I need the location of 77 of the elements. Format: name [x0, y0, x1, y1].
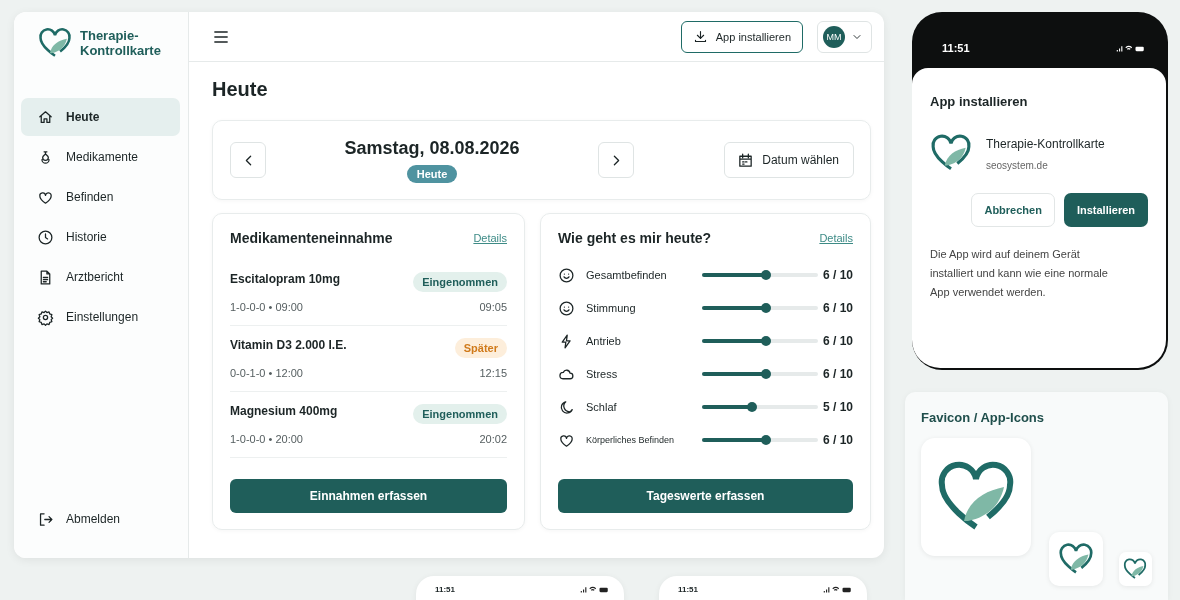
smiley-icon	[558, 299, 575, 317]
dosage-schedule: 0-0-1-0 • 12:00	[230, 367, 304, 379]
today-badge: Heute	[406, 164, 458, 183]
intake-time: 09:05	[479, 301, 507, 313]
rating-label: Antrieb	[586, 335, 622, 347]
sidebar-item[interactable]: Einstellungen	[21, 298, 180, 336]
status-badge: Eingenommen	[413, 404, 507, 424]
dosage-schedule: 1-0-0-0 • 09:00	[230, 301, 304, 313]
card-title: Favicon / App-Icons	[921, 410, 1045, 425]
details-link[interactable]: Details	[819, 232, 853, 244]
status-time: 11:51	[435, 585, 456, 596]
rating-slider[interactable]	[702, 405, 818, 409]
page-title: Heute	[212, 78, 269, 102]
medication-name: Escitalopram 10mg	[230, 272, 341, 286]
user-avatar: MM	[823, 25, 845, 48]
status-badge: Später	[454, 338, 507, 358]
rating-slider[interactable]	[702, 438, 818, 442]
user-menu-button[interactable]: MM	[817, 20, 872, 53]
install-button[interactable]: Installieren	[1063, 193, 1148, 227]
status-icons	[1116, 43, 1146, 53]
settings-icon	[37, 308, 54, 326]
heart-leaf-logo-icon	[930, 133, 972, 173]
sidebar-item[interactable]: Arztbericht	[21, 258, 180, 296]
rating-value: 6 / 10	[822, 367, 853, 381]
details-link[interactable]: Details	[473, 232, 507, 244]
dialog-title: App installieren	[930, 94, 1029, 109]
status-icons	[580, 585, 610, 594]
dosage-schedule: 1-0-0-0 • 20:00	[230, 433, 304, 445]
status-badge: Eingenommen	[413, 272, 507, 292]
rating-label: Stress	[586, 368, 619, 380]
status-time: 11:51	[942, 42, 970, 54]
rating-value: 6 / 10	[822, 268, 853, 282]
cancel-button[interactable]: Abbrechen	[971, 193, 1055, 227]
current-date: Samstag, 08.08.2026	[344, 137, 520, 159]
medication-name: Vitamin D3 2.000 I.E.	[230, 338, 347, 352]
rating-label: Stimmung	[586, 302, 637, 314]
download-icon	[692, 29, 708, 44]
record-daily-values-button[interactable]: Tageswerte erfassen	[558, 479, 853, 513]
status-icons	[823, 585, 853, 594]
home-icon	[37, 108, 54, 126]
rating-value: 6 / 10	[822, 433, 853, 447]
rating-slider[interactable]	[702, 372, 818, 376]
logout-icon	[37, 510, 54, 528]
sidebar-item[interactable]: Befinden	[21, 178, 180, 216]
sidebar-item[interactable]: Medikamente	[21, 138, 180, 176]
card-title: Medikamenteneinnahme	[230, 230, 393, 246]
intake-time: 12:15	[479, 367, 507, 379]
logout-link[interactable]: Abmelden	[21, 500, 180, 538]
sidebar-item[interactable]: Historie	[21, 218, 180, 256]
rating-label: Körperliches Befinden	[586, 435, 676, 445]
app-domain: seosystem.de	[986, 160, 1049, 171]
date-picker-button[interactable]: Datum wählen	[724, 142, 854, 178]
sidebar-item[interactable]: Heute	[21, 98, 180, 136]
moon-icon	[558, 398, 575, 416]
install-app-button[interactable]: App installieren	[680, 20, 803, 53]
heart-leaf-logo-icon	[1057, 543, 1094, 575]
status-time: 11:51	[678, 585, 699, 596]
rating-label: Schlaf	[586, 401, 618, 413]
app-name: Therapie-Kontrollkarte	[986, 137, 1105, 151]
record-intake-button[interactable]: Einnahmen erfassen	[230, 479, 507, 513]
rating-value: 6 / 10	[822, 334, 853, 348]
medication-name: Magnesium 400mg	[230, 404, 338, 418]
clock-icon	[37, 228, 54, 246]
card-title: Wie geht es mir heute?	[558, 230, 712, 246]
calendar-icon	[737, 151, 755, 169]
app-name: Therapie-Kontrollkarte	[80, 28, 162, 58]
rating-value: 6 / 10	[822, 301, 853, 315]
heart-leaf-logo-icon	[1123, 558, 1148, 580]
rating-value: 5 / 10	[822, 400, 853, 414]
smiley-icon	[558, 266, 575, 284]
intake-time: 20:02	[479, 433, 507, 445]
rating-slider[interactable]	[702, 273, 818, 277]
rating-label: Gesamtbefinden	[586, 269, 668, 281]
rating-slider[interactable]	[702, 306, 818, 310]
rating-slider[interactable]	[702, 339, 818, 343]
install-note: Die App wird auf deinem Gerät installiert und kann wie eine normale App verwendet werden.	[930, 247, 1109, 300]
heart-leaf-logo-icon	[38, 27, 72, 59]
